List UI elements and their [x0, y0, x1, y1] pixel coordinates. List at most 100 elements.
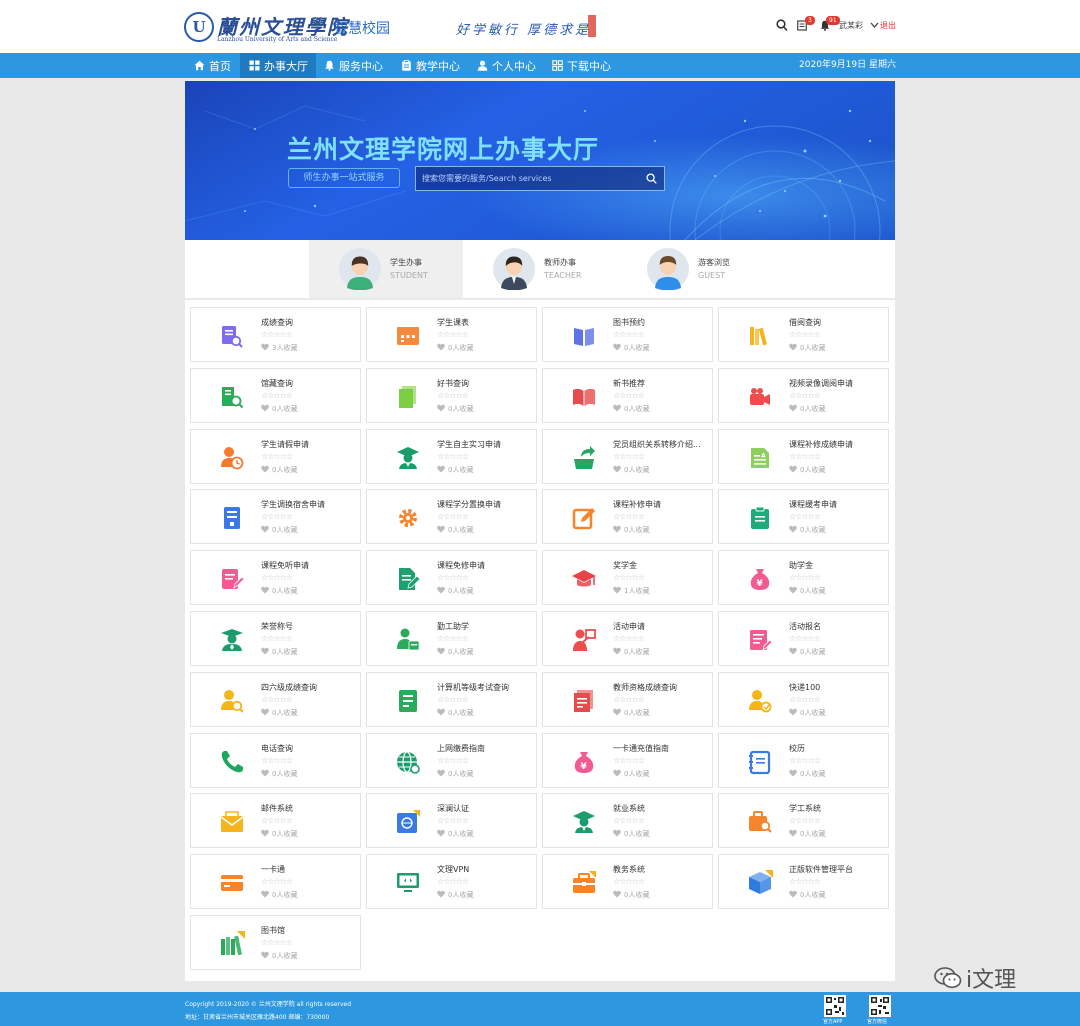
heart-icon[interactable] [437, 525, 445, 533]
service-name[interactable]: 课程免听申请 [261, 560, 309, 571]
service-name[interactable]: 教师资格成绩查询 [613, 682, 677, 693]
heart-icon[interactable] [789, 708, 797, 716]
nav-personal-center[interactable]: 个人中心 [477, 53, 536, 78]
service-card[interactable]: 新书推荐 ☆☆☆☆☆ 0人收藏 [542, 367, 713, 423]
heart-icon[interactable] [613, 343, 621, 351]
service-card[interactable]: 学生课表 ☆☆☆☆☆ 0人收藏 [366, 307, 537, 362]
rating-stars[interactable]: ☆☆☆☆☆ [261, 877, 293, 886]
service-name[interactable]: 馆藏查询 [261, 378, 293, 389]
service-name[interactable]: 成绩查询 [261, 317, 293, 328]
service-card[interactable]: 课程缓考申请 ☆☆☆☆☆ 0人收藏 [718, 489, 889, 545]
role-tab-teacher[interactable]: 教师办事 TEACHER [463, 240, 617, 298]
service-card[interactable]: 好书查询 ☆☆☆☆☆ 0人收藏 [366, 367, 537, 423]
service-card[interactable]: 图书馆 ☆☆☆☆☆ 0人收藏 [190, 915, 361, 970]
service-name[interactable]: 课程补修申请 [613, 499, 661, 510]
service-card[interactable]: A 课程补修成绩申请 ☆☆☆☆☆ 0人收藏 [718, 428, 889, 484]
service-name[interactable]: 好书查询 [437, 378, 469, 389]
service-card[interactable]: 勤工助学 ☆☆☆☆☆ 0人收藏 [366, 611, 537, 666]
heart-icon[interactable] [261, 586, 269, 594]
rating-stars[interactable]: ☆☆☆☆☆ [261, 330, 293, 339]
service-card[interactable]: 深澜认证 ☆☆☆☆☆ 0人收藏 [366, 793, 537, 849]
service-card[interactable]: 学生请假申请 ☆☆☆☆☆ 0人收藏 [190, 428, 361, 484]
service-name[interactable]: 教务系统 [613, 864, 645, 875]
service-card[interactable]: 邮件系统 ☆☆☆☆☆ 0人收藏 [190, 793, 361, 849]
rating-stars[interactable]: ☆☆☆☆☆ [613, 391, 645, 400]
rating-stars[interactable]: ☆☆☆☆☆ [613, 573, 645, 582]
service-name[interactable]: 课程学分置换申请 [437, 499, 501, 510]
service-card[interactable]: 奖学金 ☆☆☆☆☆ 1人收藏 [542, 550, 713, 606]
service-name[interactable]: 正版软件管理平台 [789, 864, 853, 875]
rating-stars[interactable]: ☆☆☆☆☆ [789, 756, 821, 765]
service-card[interactable]: 视频录像调阅申请 ☆☆☆☆☆ 0人收藏 [718, 367, 889, 423]
service-card[interactable]: ¥ 助学金 ☆☆☆☆☆ 0人收藏 [718, 550, 889, 606]
heart-icon[interactable] [261, 890, 269, 898]
heart-icon[interactable] [613, 647, 621, 655]
rating-stars[interactable]: ☆☆☆☆☆ [437, 816, 469, 825]
service-name[interactable]: 电话查询 [261, 743, 293, 754]
rating-stars[interactable]: ☆☆☆☆☆ [789, 877, 821, 886]
service-name[interactable]: 就业系统 [613, 803, 645, 814]
service-card[interactable]: 正版软件管理平台 ☆☆☆☆☆ 0人收藏 [718, 854, 889, 910]
nav-teaching-center[interactable]: 教学中心 [401, 53, 460, 78]
heart-icon[interactable] [613, 525, 621, 533]
heart-icon[interactable] [613, 769, 621, 777]
service-card[interactable]: 荣誉称号 ☆☆☆☆☆ 0人收藏 [190, 611, 361, 666]
rating-stars[interactable]: ☆☆☆☆☆ [437, 573, 469, 582]
service-name[interactable]: 活动报名 [789, 621, 821, 632]
rating-stars[interactable]: ☆☆☆☆☆ [261, 634, 293, 643]
service-name[interactable]: 图书馆 [261, 925, 285, 936]
service-search-box[interactable] [415, 166, 665, 191]
service-card[interactable]: 教务系统 ☆☆☆☆☆ 0人收藏 [542, 854, 713, 910]
rating-stars[interactable]: ☆☆☆☆☆ [613, 512, 645, 521]
service-card[interactable]: 课程补修申请 ☆☆☆☆☆ 0人收藏 [542, 489, 713, 545]
service-card[interactable]: 一卡通 ☆☆☆☆☆ 0人收藏 [190, 854, 361, 910]
service-card[interactable]: 成绩查询 ☆☆☆☆☆ 3人收藏 [190, 307, 361, 362]
rating-stars[interactable]: ☆☆☆☆☆ [261, 756, 293, 765]
heart-icon[interactable] [261, 465, 269, 473]
service-card[interactable]: 学生自主实习申请 ☆☆☆☆☆ 0人收藏 [366, 428, 537, 484]
service-name[interactable]: 奖学金 [613, 560, 637, 571]
service-name[interactable]: 活动申请 [613, 621, 645, 632]
service-card[interactable]: 计算机等级考试查询 ☆☆☆☆☆ 0人收藏 [366, 671, 537, 727]
service-card[interactable]: 学工系统 ☆☆☆☆☆ 0人收藏 [718, 793, 889, 849]
service-name[interactable]: 学生请假申请 [261, 439, 309, 450]
service-card[interactable]: 教师资格成绩查询 ☆☆☆☆☆ 0人收藏 [542, 671, 713, 727]
service-card[interactable]: 课程学分置换申请 ☆☆☆☆☆ 0人收藏 [366, 489, 537, 545]
rating-stars[interactable]: ☆☆☆☆☆ [437, 330, 469, 339]
rating-stars[interactable]: ☆☆☆☆☆ [613, 877, 645, 886]
service-name[interactable]: 图书预约 [613, 317, 645, 328]
service-name[interactable]: 勤工助学 [437, 621, 469, 632]
rating-stars[interactable]: ☆☆☆☆☆ [789, 573, 821, 582]
service-name[interactable]: 邮件系统 [261, 803, 293, 814]
heart-icon[interactable] [261, 769, 269, 777]
heart-icon[interactable] [789, 890, 797, 898]
heart-icon[interactable] [789, 586, 797, 594]
rating-stars[interactable]: ☆☆☆☆☆ [789, 452, 821, 461]
service-name[interactable]: 计算机等级考试查询 [437, 682, 509, 693]
service-card[interactable]: 活动报名 ☆☆☆☆☆ 0人收藏 [718, 611, 889, 666]
service-card[interactable]: 四六级成绩查询 ☆☆☆☆☆ 0人收藏 [190, 671, 361, 727]
service-card[interactable]: 活动申请 ☆☆☆☆☆ 0人收藏 [542, 611, 713, 666]
service-card[interactable]: 学生调换宿舍申请 ☆☆☆☆☆ 0人收藏 [190, 489, 361, 545]
rating-stars[interactable]: ☆☆☆☆☆ [437, 452, 469, 461]
rating-stars[interactable]: ☆☆☆☆☆ [789, 330, 821, 339]
rating-stars[interactable]: ☆☆☆☆☆ [613, 695, 645, 704]
rating-stars[interactable]: ☆☆☆☆☆ [437, 695, 469, 704]
heart-icon[interactable] [789, 769, 797, 777]
heart-icon[interactable] [437, 890, 445, 898]
rating-stars[interactable]: ☆☆☆☆☆ [261, 512, 293, 521]
heart-icon[interactable] [437, 829, 445, 837]
heart-icon[interactable] [437, 769, 445, 777]
service-card[interactable]: 上网缴费指南 ☆☆☆☆☆ 0人收藏 [366, 732, 537, 788]
heart-icon[interactable] [261, 951, 269, 959]
service-name[interactable]: 借阅查询 [789, 317, 821, 328]
chevron-down-icon[interactable] [870, 21, 879, 29]
service-card[interactable]: 文理VPN ☆☆☆☆☆ 0人收藏 [366, 854, 537, 910]
service-name[interactable]: 视频录像调阅申请 [789, 378, 853, 389]
rating-stars[interactable]: ☆☆☆☆☆ [789, 695, 821, 704]
service-name[interactable]: 荣誉称号 [261, 621, 293, 632]
rating-stars[interactable]: ☆☆☆☆☆ [789, 512, 821, 521]
rating-stars[interactable]: ☆☆☆☆☆ [261, 816, 293, 825]
heart-icon[interactable] [437, 586, 445, 594]
rating-stars[interactable]: ☆☆☆☆☆ [261, 695, 293, 704]
